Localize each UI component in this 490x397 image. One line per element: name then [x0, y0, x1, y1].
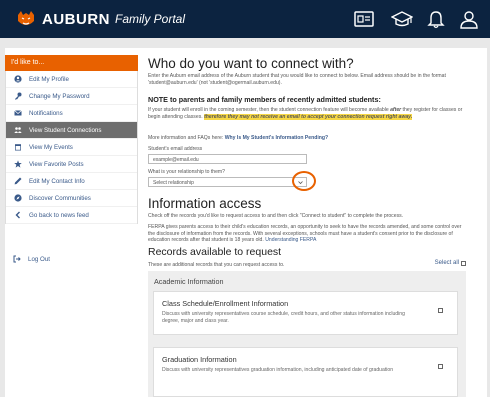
connect-intro: Enter the Auburn email address of the Au…	[148, 73, 446, 86]
top-bar: AUBURN Family Portal	[0, 0, 490, 38]
faq-link[interactable]: Why Is My Student's Information Pending?	[225, 135, 328, 141]
card-checkbox[interactable]	[438, 364, 443, 369]
sidebar-item-events[interactable]: View My Events	[6, 139, 137, 156]
brand-name: AUBURN	[42, 10, 110, 28]
academic-panel: Academic Information Class Schedule/Enro…	[148, 271, 466, 397]
logout-link[interactable]: Log Out	[13, 255, 50, 263]
select-all-checkbox[interactable]	[461, 260, 466, 266]
email-label: Student's email address	[148, 146, 203, 152]
relationship-value: Select relationship	[153, 180, 194, 186]
panel-heading: Academic Information	[154, 277, 224, 286]
sidebar-item-label: Edit My Profile	[29, 75, 69, 83]
email-input[interactable]: example@email.edu	[148, 154, 307, 164]
star-icon	[14, 160, 22, 168]
note-after: after	[390, 107, 402, 113]
brand-subtitle: Family Portal	[115, 12, 186, 26]
sign-out-icon	[13, 255, 21, 263]
sidebar-item-label: Edit My Contact Info	[29, 177, 85, 185]
sidebar-item-news-feed[interactable]: Go back to news feed	[6, 207, 137, 224]
id-card-icon[interactable]	[353, 9, 375, 29]
ferpa-text: FERPA gives parents access to their chil…	[148, 224, 466, 244]
chevron-left-icon	[15, 211, 20, 219]
sidebar: I'd like to... Edit My Profile Change My…	[5, 48, 138, 397]
compass-icon	[14, 194, 22, 202]
logout-label: Log Out	[28, 255, 51, 263]
sidebar-item-label: Discover Communities	[29, 194, 91, 202]
select-all[interactable]: Select all	[435, 260, 466, 266]
card-description: Discuss with university representatives …	[162, 367, 394, 373]
sidebar-item-discover-communities[interactable]: Discover Communities	[6, 190, 137, 207]
sidebar-item-label: View Favorite Posts	[29, 160, 84, 168]
record-card-graduation[interactable]: Graduation Information Discuss with univ…	[153, 347, 458, 397]
sidebar-item-student-connections[interactable]: View Student Connections	[6, 122, 137, 139]
sidebar-item-edit-profile[interactable]: Edit My Profile	[6, 71, 137, 88]
key-icon	[15, 92, 22, 100]
sidebar-item-contact-info[interactable]: Edit My Contact Info	[6, 173, 137, 190]
access-text: Check off the records you'd like to requ…	[148, 213, 404, 219]
faq-prefix: More information and FAQs here:	[148, 135, 225, 141]
graduation-cap-icon[interactable]	[391, 9, 413, 29]
sidebar-item-label: Go back to news feed	[29, 211, 89, 219]
card-checkbox[interactable]	[438, 308, 443, 313]
users-icon	[14, 127, 22, 133]
user-circle-icon	[14, 75, 22, 83]
ferpa-link[interactable]: Understanding FERPA	[265, 237, 316, 243]
access-title: Information access	[148, 196, 262, 211]
card-description: Discuss with university representatives …	[162, 311, 405, 324]
sidebar-item-favorite-posts[interactable]: View Favorite Posts	[6, 156, 137, 173]
note-text: If your student will enroll in the comin…	[148, 107, 391, 113]
sidebar-item-label: Change My Password	[29, 92, 90, 100]
envelope-icon	[14, 110, 22, 116]
content-frame: I'd like to... Edit My Profile Change My…	[5, 48, 487, 397]
pencil-icon	[14, 177, 22, 185]
note-heading: NOTE to parents and family members of re…	[148, 95, 381, 104]
main-content: Who do you want to connect with? Enter t…	[148, 48, 466, 397]
sidebar-item-label: Notifications	[29, 109, 63, 117]
card-title: Graduation Information	[162, 355, 237, 364]
sidebar-item-notifications[interactable]: Notifications	[6, 105, 137, 122]
sidebar-item-change-password[interactable]: Change My Password	[6, 88, 137, 105]
record-card-class-schedule[interactable]: Class Schedule/Enrollment Information Di…	[153, 291, 458, 335]
relationship-select[interactable]: Select relationship	[148, 177, 307, 187]
auburn-tiger-logo-icon	[18, 11, 34, 25]
bell-icon[interactable]	[425, 9, 447, 29]
note-highlight: therefore they may not receive an email …	[204, 113, 413, 120]
select-all-label: Select all	[434, 260, 459, 266]
sidebar-menu: Edit My Profile Change My Password Notif…	[5, 71, 138, 224]
sidebar-item-label: View Student Connections	[29, 126, 102, 134]
note-paragraph: If your student will enroll in the comin…	[148, 107, 466, 120]
faq-line: More information and FAQs here: Why Is M…	[148, 135, 466, 142]
highlight-circle	[292, 171, 316, 191]
sidebar-item-label: View My Events	[29, 143, 73, 151]
calendar-icon	[15, 144, 21, 151]
records-subtitle: These are additional records that you ca…	[148, 262, 285, 268]
connect-title: Who do you want to connect with?	[148, 56, 354, 71]
card-title: Class Schedule/Enrollment Information	[162, 299, 289, 308]
user-icon[interactable]	[458, 9, 480, 29]
brand[interactable]: AUBURN Family Portal	[16, 9, 185, 29]
records-title: Records available to request	[148, 246, 282, 258]
sidebar-heading: I'd like to...	[5, 55, 138, 71]
